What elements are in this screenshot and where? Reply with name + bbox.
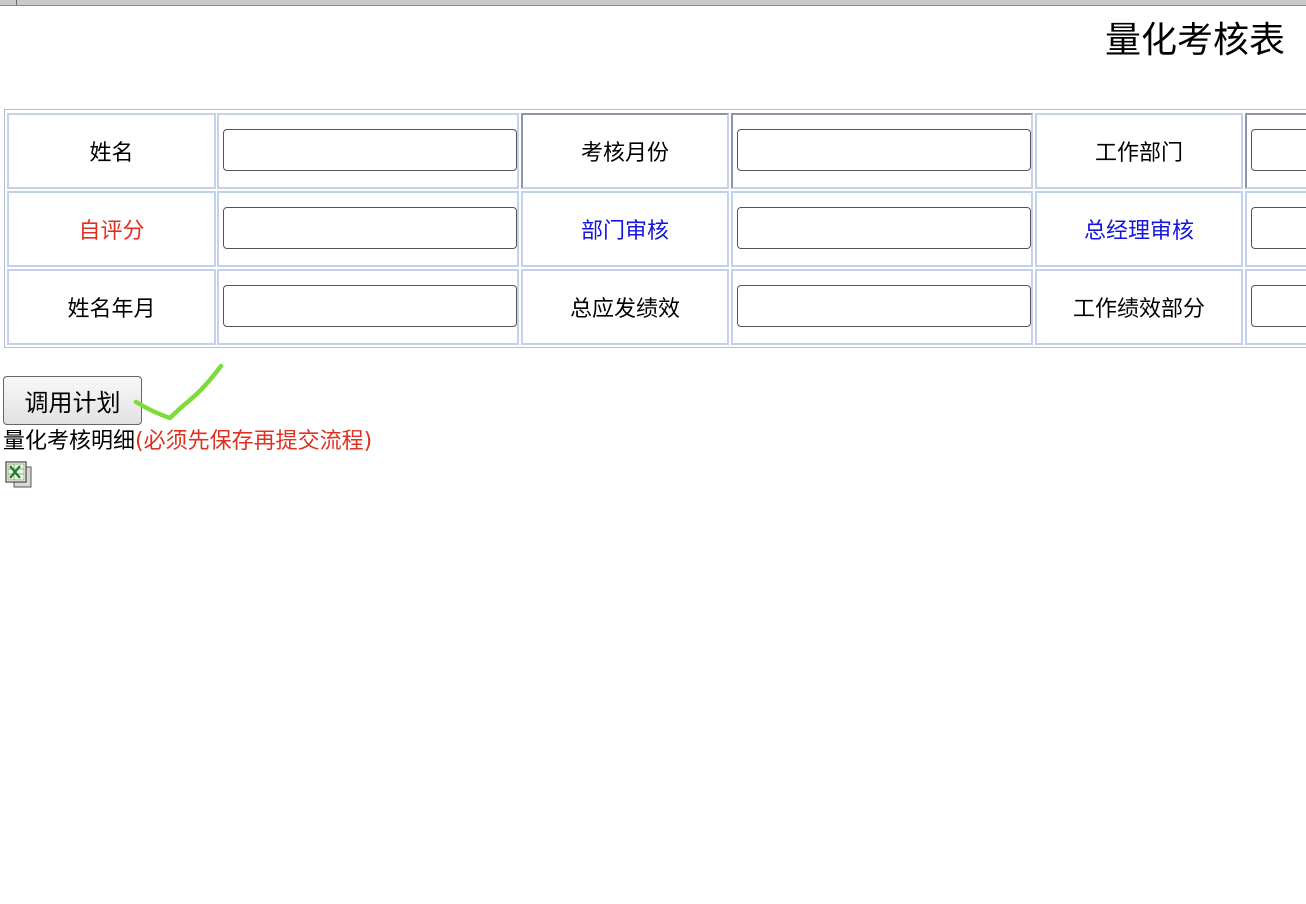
detail-note: (必须先保存再提交流程) <box>135 429 373 454</box>
label-total-performance-pay: 总应发绩效 <box>521 269 729 345</box>
self-score-cell <box>217 191 519 267</box>
total-performance-pay-cell <box>731 269 1033 345</box>
green-checkmark-annotation <box>133 363 224 421</box>
name-input[interactable] <box>223 129 517 171</box>
page-title: 量化考核表 <box>1104 20 1285 61</box>
work-department-cell <box>1245 113 1306 189</box>
work-department-input[interactable] <box>1251 129 1306 171</box>
self-score-input[interactable] <box>223 207 517 249</box>
label-gm-review: 总经理审核 <box>1035 191 1243 267</box>
label-self-score: 自评分 <box>7 191 216 267</box>
assessment-form-table: 姓名 考核月份 工作部门 自评分 部门审核 总经理审核 姓名年月 总应发绩效 工… <box>4 109 1306 348</box>
label-assessment-month: 考核月份 <box>521 113 729 189</box>
label-work-performance-part: 工作绩效部分 <box>1035 269 1243 345</box>
gm-review-input[interactable] <box>1251 207 1306 249</box>
label-work-department: 工作部门 <box>1035 113 1243 189</box>
total-performance-pay-input[interactable] <box>737 285 1031 327</box>
gm-review-cell <box>1245 191 1306 267</box>
excel-export-icon[interactable] <box>5 461 33 489</box>
detail-heading: 量化考核明细(必须先保存再提交流程) <box>3 428 372 456</box>
label-name: 姓名 <box>7 113 216 189</box>
window-top-notch <box>16 0 17 5</box>
name-year-month-cell <box>217 269 519 345</box>
work-performance-part-input[interactable] <box>1251 285 1306 327</box>
name-cell <box>217 113 519 189</box>
department-review-input[interactable] <box>737 207 1031 249</box>
window-top-edge <box>0 0 1306 6</box>
work-performance-part-cell <box>1245 269 1306 345</box>
call-plan-button[interactable]: 调用计划 <box>3 376 142 425</box>
assessment-month-cell <box>731 113 1033 189</box>
department-review-cell <box>731 191 1033 267</box>
label-name-year-month: 姓名年月 <box>7 269 216 345</box>
label-department-review: 部门审核 <box>521 191 729 267</box>
assessment-month-input[interactable] <box>737 129 1031 171</box>
name-year-month-input[interactable] <box>223 285 517 327</box>
detail-title: 量化考核明细 <box>3 429 136 454</box>
